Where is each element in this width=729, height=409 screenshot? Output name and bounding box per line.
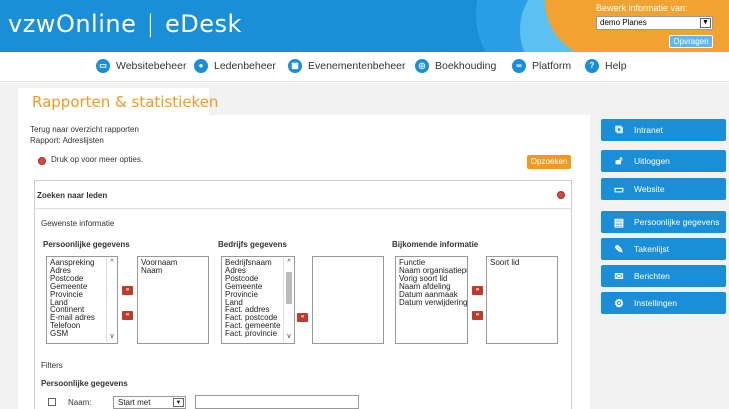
bijkomend-header: Bijkomende informatie	[392, 240, 479, 249]
panel-title: Zoeken naar leden	[37, 191, 108, 200]
app-logo[interactable]: vzwOnline | eDesk	[8, 10, 242, 38]
search-panel-header[interactable]	[34, 180, 572, 209]
scrollbar-thumb[interactable]	[286, 272, 292, 304]
naam-operator-value: Start met	[118, 398, 151, 407]
sidebar-label: Intranet	[634, 125, 663, 135]
id-card-icon: ▤	[613, 216, 625, 229]
gewenste-label: Gewenste informatie	[41, 219, 115, 228]
envelope-icon: ✉	[614, 270, 624, 283]
remove-persoonlijk-button[interactable]: «	[122, 311, 133, 320]
collapse-panel-icon[interactable]	[557, 191, 565, 199]
opzoeken-button[interactable]: Opzoeken	[527, 155, 571, 169]
sidebar-label: Instellingen	[634, 298, 678, 308]
nav-label: Ledenbeheer	[214, 60, 276, 72]
bedrijfs-header: Bedrijfs gegevens	[218, 240, 287, 249]
page-title: Rapporten & statistieken	[32, 93, 219, 111]
nav-label: Help	[605, 60, 627, 72]
remove-bijkomend-button[interactable]: «	[472, 311, 483, 320]
nav-boekhouding[interactable]: ◎ Boekhouding	[415, 59, 496, 73]
remove-bedrijfs-button[interactable]: «	[297, 313, 308, 322]
sidebar-instellingen[interactable]: ⚙ Instellingen	[601, 292, 726, 314]
sidebar-persoonlijke-gegevens[interactable]: ▤ Persoonlijke gegevens	[601, 211, 726, 233]
filter-persoonlijk-header: Persoonlijke gegevens	[41, 379, 128, 388]
list-item[interactable]: Datum verwijdering	[399, 298, 467, 307]
bewerk-label: Bewerk informatie van:	[596, 3, 688, 13]
link-icon: ∞	[512, 59, 526, 73]
naam-input[interactable]	[195, 395, 359, 409]
bijkomend-selected-list[interactable]: Soort lid	[486, 256, 558, 344]
sidebar-uitloggen[interactable]: 🔓︎ Uitloggen	[601, 150, 726, 172]
logo-online: Online	[55, 10, 137, 38]
organisation-select-value: demo Planes	[600, 18, 647, 27]
sidebar-label: Persoonlijke gegevens	[634, 217, 720, 227]
more-options-text: Druk op voor meer opties.	[51, 155, 144, 164]
list-item[interactable]: Naam	[141, 266, 205, 275]
nav-help[interactable]: ? Help	[585, 59, 627, 73]
bijkomend-available-list[interactable]: Functie Naam organisatiepu Vorig soort l…	[395, 256, 468, 344]
help-icon: ?	[585, 59, 599, 73]
chevron-up-icon[interactable]: ^	[284, 258, 294, 268]
naam-operator-select[interactable]: Start met ▼	[113, 396, 186, 409]
logo-separator: |	[146, 10, 155, 38]
nav-ledenbeheer[interactable]: ● Ledenbeheer	[194, 59, 276, 73]
nav-label: Platform	[532, 60, 572, 72]
chevron-down-icon[interactable]: v	[284, 332, 294, 342]
report-label: Rapport: Adreslijsten	[30, 136, 104, 145]
sidebar-takenlijst[interactable]: ✎ Takenlijst	[601, 238, 726, 260]
chevron-down-icon[interactable]: v	[107, 332, 117, 342]
naam-filter-checkbox[interactable]	[48, 398, 56, 406]
sidebar-label: Website	[634, 184, 665, 194]
bedrijfs-available-list[interactable]: Bedrijfsnaam Adres Postcode Gemeente Pro…	[221, 256, 295, 344]
logo-vzw: vzw	[8, 10, 56, 38]
filters-label: Filters	[41, 361, 63, 370]
bedrijfs-selected-list[interactable]	[312, 256, 384, 344]
gear-icon: ⚙	[614, 297, 624, 310]
persoonlijk-header: Persoonlijke gegevens	[43, 240, 130, 249]
sidebar-berichten[interactable]: ✉ Berichten	[601, 265, 726, 287]
page-tab: Rapporten & statistieken	[18, 88, 218, 115]
sidebar-website[interactable]: ▭ Website	[601, 178, 726, 200]
app-header: vzwOnline | eDesk Bewerk informatie van: d…	[0, 0, 729, 52]
monitor-icon: ▭	[613, 183, 625, 196]
main-nav: ▭ Websitebeheer ● Ledenbeheer ▦ Evenementen…	[0, 52, 729, 82]
lock-icon: 🔓︎	[615, 154, 623, 167]
nav-websitebeheer[interactable]: ▭ Websitebeheer	[96, 59, 186, 73]
chevron-up-icon[interactable]: ^	[107, 258, 117, 268]
list-item[interactable]: GSM	[50, 330, 105, 338]
sidebar-label: Uitloggen	[634, 156, 670, 166]
list-scrollbar[interactable]: ^ v	[106, 258, 116, 342]
sidebar-intranet[interactable]: ⧉ Intranet	[601, 119, 726, 141]
nav-label: Websitebeheer	[116, 60, 187, 72]
back-link[interactable]: Terug naar overzicht rapporten	[30, 125, 139, 134]
nav-evenementenbeheer[interactable]: ▦ Evenementenbeheer	[288, 59, 406, 73]
nav-platform[interactable]: ∞ Platform	[512, 59, 571, 73]
user-icon: ●	[194, 59, 208, 73]
add-persoonlijk-button[interactable]: »	[122, 286, 133, 295]
nav-label: Boekhouding	[435, 60, 497, 72]
monitor-icon: ▭	[96, 59, 110, 73]
persoonlijk-available-list[interactable]: Aanspreking Adres Postcode Gemeente Prov…	[46, 256, 118, 344]
persoonlijk-selected-list[interactable]: Voornaam Naam	[137, 256, 209, 344]
sidebar-label: Takenlijst	[634, 244, 669, 254]
calendar-icon: ▦	[288, 59, 302, 73]
add-bijkomend-button[interactable]: »	[472, 286, 483, 295]
edit-icon: ✎	[614, 243, 624, 256]
intranet-icon: ⧉	[615, 123, 623, 136]
expand-options-icon[interactable]	[38, 157, 46, 165]
coins-icon: ◎	[415, 59, 429, 73]
sidebar-label: Berichten	[634, 271, 670, 281]
chevron-down-icon: ▼	[700, 18, 711, 28]
list-item[interactable]: Soort lid	[490, 259, 554, 267]
naam-label: Naam:	[68, 398, 92, 407]
list-scrollbar[interactable]: ^ v	[283, 258, 293, 342]
list-item[interactable]: Fact. provincie	[225, 330, 282, 338]
opvragen-button[interactable]: Opvragen	[669, 35, 713, 48]
organisation-select[interactable]: demo Planes ▼	[596, 16, 713, 30]
logo-product: eDesk	[164, 10, 242, 38]
nav-label: Evenementenbeheer	[308, 60, 406, 72]
chevron-down-icon: ▼	[173, 398, 184, 407]
